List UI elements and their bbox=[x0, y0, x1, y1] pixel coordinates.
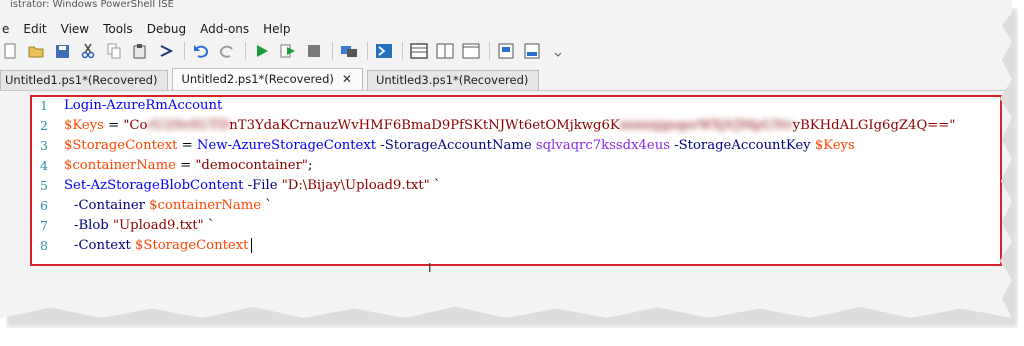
window-title: istrator: Windows PowerShell ISE bbox=[10, 0, 174, 10]
code-token: "Upload9.txt" bbox=[112, 218, 204, 233]
toolbar-divider bbox=[245, 42, 246, 60]
line-number: 6 bbox=[40, 198, 48, 213]
cut-icon[interactable] bbox=[78, 42, 98, 60]
close-tab-icon[interactable]: ✕ bbox=[342, 69, 352, 90]
code-line[interactable]: 7 -Blob "Upload9.txt" ` bbox=[32, 218, 1000, 238]
toolbar-divider bbox=[184, 42, 185, 60]
text-cursor bbox=[251, 238, 253, 253]
line-number: 7 bbox=[40, 218, 48, 233]
show-commands-icon[interactable] bbox=[522, 42, 542, 60]
code-line[interactable]: 4 $containerName = "democontainer"; bbox=[32, 158, 1000, 178]
code-token: = bbox=[175, 158, 196, 173]
code-token: "democontainer" bbox=[195, 158, 308, 173]
layout-max-icon[interactable] bbox=[461, 42, 481, 60]
code-token: -StorageAccountName bbox=[376, 138, 536, 153]
code-token: ` bbox=[429, 178, 441, 193]
toolbar-divider bbox=[402, 42, 403, 60]
undo-icon[interactable] bbox=[191, 42, 211, 60]
line-number: 1 bbox=[40, 98, 48, 113]
code-token: = bbox=[177, 138, 197, 153]
menu-debug[interactable]: Debug bbox=[140, 20, 193, 38]
code-token: yBKHdALGIg6gZ4Q==" bbox=[792, 118, 956, 133]
code-token: $Keys bbox=[814, 138, 855, 153]
code-token: ` bbox=[261, 198, 272, 213]
stop-icon[interactable] bbox=[304, 42, 324, 60]
ibeam-cursor-icon: I bbox=[428, 261, 432, 275]
paste-icon[interactable] bbox=[130, 42, 150, 60]
code-line[interactable]: 6 -Container $containerName ` bbox=[32, 198, 1000, 218]
ise-window: istrator: Windows PowerShell ISE e Edit … bbox=[0, 0, 1012, 318]
line-number: 3 bbox=[40, 138, 48, 153]
code-token: $StorageContext bbox=[64, 138, 178, 153]
menu-addons[interactable]: Add-ons bbox=[193, 20, 256, 38]
tab-label: Untitled1.ps1*(Recovered) bbox=[5, 73, 158, 87]
menu-view[interactable]: View bbox=[54, 20, 96, 38]
clear-icon[interactable] bbox=[156, 42, 176, 60]
menu-bar: e Edit View Tools Debug Add-ons Help bbox=[0, 20, 298, 38]
remote-icon[interactable] bbox=[339, 42, 359, 60]
code-token: = bbox=[103, 118, 124, 133]
toolbar bbox=[0, 40, 574, 62]
code-token: New-AzureStorageContext bbox=[196, 138, 377, 153]
code-token: ; bbox=[307, 158, 313, 173]
code-token: $Keys bbox=[64, 118, 104, 133]
code-token: nT3YdaKCrnauzWvHMF6BmaD9PfSKtNJWt6etOMjk… bbox=[229, 118, 620, 133]
new-icon[interactable] bbox=[0, 42, 20, 60]
toolbar-divider bbox=[332, 42, 333, 60]
powershell-icon[interactable] bbox=[374, 42, 394, 60]
code-token: Login-AzureRmAccount bbox=[64, 98, 223, 113]
code-token: -Blob bbox=[74, 218, 113, 233]
code-token: -File bbox=[243, 178, 282, 193]
code-token: -StorageAccountKey bbox=[670, 138, 815, 153]
menu-file[interactable]: e bbox=[0, 20, 16, 38]
code-token: sqlvaqrc7kssdx4eus bbox=[535, 138, 670, 153]
tab-untitled2[interactable]: Untitled2.ps1*(Recovered) ✕ bbox=[172, 68, 363, 90]
show-script-icon[interactable] bbox=[496, 42, 516, 60]
overflow-chevron-icon[interactable] bbox=[548, 42, 568, 60]
redacted-text: rU2SvSUTD bbox=[147, 118, 230, 133]
tab-untitled3[interactable]: Untitled3.ps1*(Recovered) bbox=[366, 70, 540, 90]
code-token: ` bbox=[203, 218, 215, 233]
code-token: "Co bbox=[123, 118, 148, 133]
line-number: 2 bbox=[40, 118, 48, 133]
script-editor[interactable]: 1 Login-AzureRmAccount 2 $Keys = "CorU2S… bbox=[30, 95, 1002, 266]
line-number: 5 bbox=[40, 178, 48, 193]
copy-icon[interactable] bbox=[104, 42, 124, 60]
code-line[interactable]: 2 $Keys = "CorU2SvSUTDnT3YdaKCrnauzWvHMF… bbox=[32, 118, 1000, 138]
code-token: $containerName bbox=[149, 198, 262, 213]
toolbar-divider bbox=[367, 42, 368, 60]
code-token: -Container bbox=[74, 198, 150, 213]
code-line[interactable]: 8 -Context $StorageContext bbox=[32, 238, 1000, 258]
run-selection-icon[interactable] bbox=[278, 42, 298, 60]
code-line[interactable]: 3 $StorageContext = New-AzureStorageCont… bbox=[32, 138, 1000, 158]
redo-icon[interactable] bbox=[217, 42, 237, 60]
menu-edit[interactable]: Edit bbox=[16, 20, 53, 38]
tab-label: Untitled2.ps1*(Recovered) bbox=[181, 72, 334, 86]
redacted-text: xxxxxjgsqerWXjVJMpUNv bbox=[619, 118, 793, 133]
menu-help[interactable]: Help bbox=[256, 20, 297, 38]
code-token: Set-AzStorageBlobContent bbox=[64, 178, 244, 193]
code-line[interactable]: 5 Set-AzStorageBlobContent -File "D:\Bij… bbox=[32, 178, 1000, 198]
line-number: 8 bbox=[40, 238, 48, 253]
tab-label: Untitled3.ps1*(Recovered) bbox=[375, 73, 529, 87]
toolbar-divider bbox=[489, 42, 490, 60]
script-tabs: Untitled1.ps1*(Recovered) Untitled2.ps1*… bbox=[0, 68, 1012, 91]
code-token: $containerName bbox=[64, 158, 176, 173]
code-token: "D:\Bijay\Upload9.txt" bbox=[281, 178, 430, 193]
layout-right-icon[interactable] bbox=[435, 42, 455, 60]
code-token: -Context bbox=[74, 238, 136, 253]
run-icon[interactable] bbox=[252, 42, 272, 60]
save-icon[interactable] bbox=[52, 42, 72, 60]
open-icon[interactable] bbox=[26, 42, 46, 60]
code-token: $StorageContext bbox=[135, 238, 249, 253]
layout-top-icon[interactable] bbox=[409, 42, 429, 60]
tab-untitled1[interactable]: Untitled1.ps1*(Recovered) bbox=[0, 70, 169, 90]
line-number: 4 bbox=[40, 158, 48, 173]
code-line[interactable]: 1 Login-AzureRmAccount bbox=[32, 98, 1000, 118]
menu-tools[interactable]: Tools bbox=[96, 20, 140, 38]
